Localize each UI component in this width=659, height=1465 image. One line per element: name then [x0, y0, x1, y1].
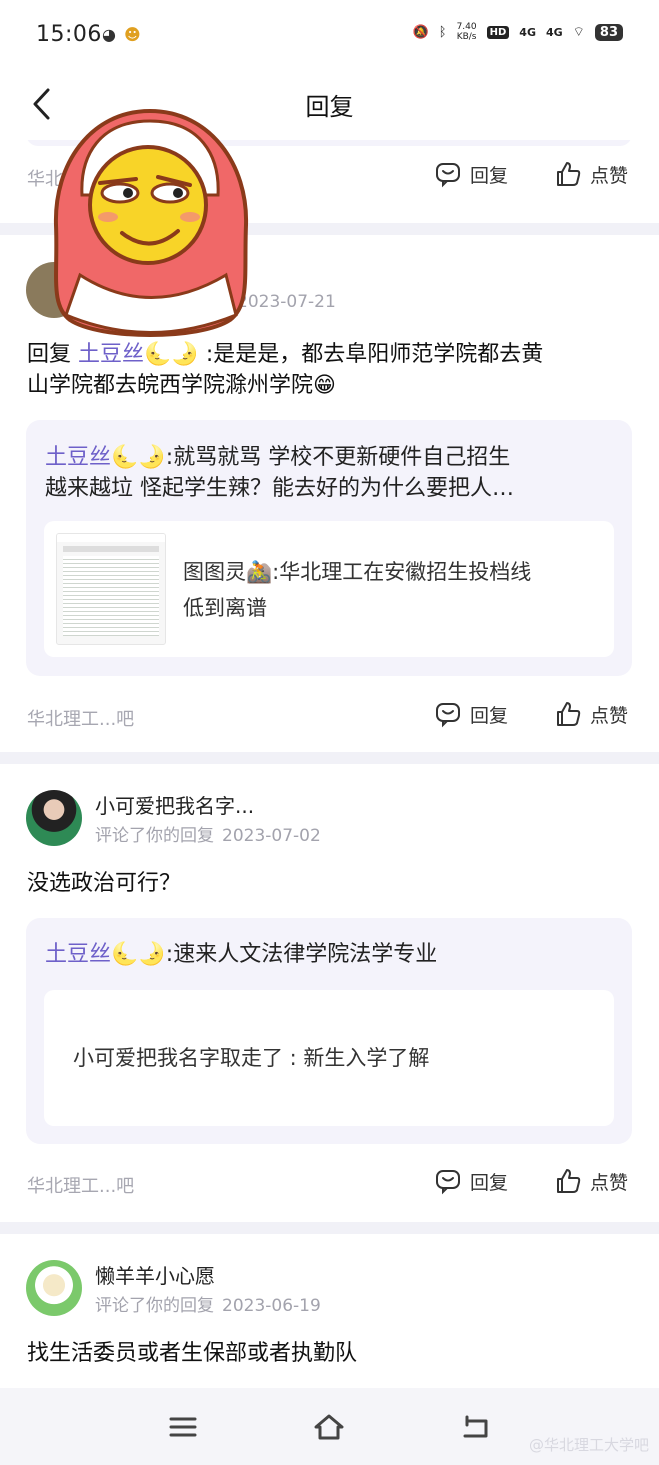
back-icon[interactable] — [459, 1410, 493, 1444]
reply-card: 懒羊羊小心愿 评论了你的回复 2023-06-19 找生活委员或者生保部或者执勤队 — [0, 1234, 659, 1388]
system-nav-bar: @华北理工大学吧 — [0, 1388, 659, 1465]
app-notification-icon: ☻ — [123, 25, 141, 44]
user-name[interactable]: 懒羊羊小心愿 — [95, 1260, 215, 1289]
comment-icon — [436, 1170, 460, 1195]
wifi-icon: ⌔ — [572, 25, 585, 40]
like-button[interactable]: 点赞 — [554, 700, 628, 728]
avatar[interactable] — [26, 1260, 82, 1316]
reply-button[interactable]: 回复 — [434, 160, 508, 188]
battery-icon: 83 — [594, 23, 623, 41]
post-thumbnail — [56, 533, 166, 645]
mute-icon: 🔕 — [412, 24, 429, 40]
home-icon[interactable] — [312, 1410, 346, 1444]
comment-icon — [436, 163, 460, 188]
signal-icon: 4G — [545, 25, 563, 39]
like-button[interactable]: 点赞 — [554, 160, 628, 188]
original-post[interactable]: 小可爱把我名字取走了 : 新生入学了解 — [44, 990, 614, 1126]
mention-link[interactable]: 土豆丝🌜🌛 — [78, 342, 199, 367]
reply-button[interactable]: 回复 — [434, 1167, 508, 1195]
reply-content: 回复 土豆丝🌜🌛 :是是是，都去阜阳师范学院都去黄 山学院都去皖西学院滁州学院😁 — [27, 342, 544, 398]
thumbs-up-icon — [557, 1169, 581, 1193]
avatar[interactable] — [26, 790, 82, 846]
thumbs-up-icon — [557, 162, 581, 186]
comment-icon — [436, 703, 460, 728]
forum-link[interactable]: 华北理工...吧 — [27, 1172, 134, 1198]
reply-content: 找生活委员或者生保部或者执勤队 — [27, 1341, 358, 1366]
reply-meta: 评论了你的回复 2023-07-02 — [95, 826, 321, 846]
bluetooth-icon: ᛒ — [438, 24, 447, 40]
status-bar: 15:06 ◕ ☻ 🔕 ᛒ 7.40 KB/s HD 4G 4G ⌔ 83 — [0, 0, 659, 70]
watermark: @华北理工大学吧 — [528, 1436, 649, 1454]
quote-author[interactable]: 土豆丝🌜🌛 — [45, 942, 166, 967]
hd-badge: HD — [486, 25, 510, 39]
menu-icon[interactable] — [166, 1410, 200, 1444]
net-speed: 7.40 KB/s — [456, 22, 477, 42]
reply-button[interactable]: 回复 — [434, 700, 508, 728]
thumbs-up-icon — [557, 702, 581, 726]
status-time: 15:06 — [36, 22, 102, 47]
floating-sticker-icon[interactable] — [40, 105, 260, 345]
original-post[interactable]: 图图灵🚵:华北理工在安徽招生投档线 低到离谱 — [44, 521, 614, 657]
card-footer: 华北理工...吧 回复 点赞 — [0, 697, 659, 737]
status-icons: 🔕 ᛒ 7.40 KB/s HD 4G 4G ⌔ 83 — [413, 22, 623, 42]
quote-author[interactable]: 土豆丝🌜🌛 — [45, 445, 166, 470]
globe-icon: ◕ — [102, 25, 116, 44]
reply-meta: 评论了你的回复 2023-06-19 — [95, 1296, 321, 1316]
quoted-reply[interactable]: 土豆丝🌜🌛:速来人文法律学院法学专业 小可爱把我名字取走了 : 新生入学了解 — [26, 918, 632, 1144]
forum-link[interactable]: 华北理工...吧 — [27, 705, 134, 731]
user-name[interactable]: 小可爱把我名字... — [95, 790, 254, 819]
reply-card: 小可爱把我名字... 评论了你的回复 2023-07-02 没选政治可行？ 土豆丝… — [0, 764, 659, 1222]
quoted-reply[interactable]: 土豆丝🌜🌛:就骂就骂 学校不更新硬件自己招生 越来越垃 怪起学生辣？能去好的为什… — [26, 420, 632, 676]
reply-content: 没选政治可行？ — [27, 871, 182, 896]
like-button[interactable]: 点赞 — [554, 1167, 628, 1195]
inner-author: 图图灵🚵 — [183, 560, 273, 584]
signal-icon: 4G — [519, 25, 536, 39]
card-footer: 华北理工...吧 回复 点赞 — [0, 1164, 659, 1204]
